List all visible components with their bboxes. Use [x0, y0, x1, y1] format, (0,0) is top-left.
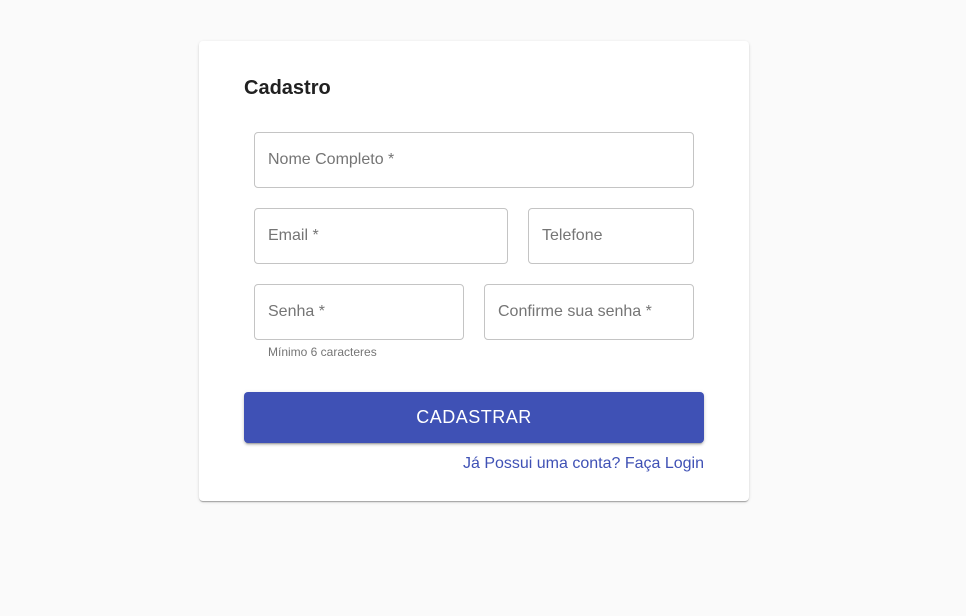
password-helper-text: Mínimo 6 caracteres: [268, 345, 377, 359]
register-card: Cadastro Nome Completo * Email * Telefon…: [199, 41, 749, 501]
full-name-field[interactable]: Nome Completo *: [254, 132, 694, 188]
login-link[interactable]: Já Possui uma conta? Faça Login: [463, 455, 704, 473]
phone-field[interactable]: Telefone: [528, 208, 694, 264]
password-field[interactable]: Senha *: [254, 284, 464, 340]
full-name-label: Nome Completo *: [268, 151, 395, 168]
email-label: Email *: [268, 227, 319, 244]
register-button[interactable]: CADASTRAR: [244, 392, 704, 443]
password-label: Senha *: [268, 303, 325, 320]
form-title: Cadastro: [244, 77, 331, 99]
confirm-password-label: Confirme sua senha *: [498, 303, 652, 320]
email-field[interactable]: Email *: [254, 208, 508, 264]
confirm-password-field[interactable]: Confirme sua senha *: [484, 284, 694, 340]
phone-label: Telefone: [542, 227, 603, 244]
